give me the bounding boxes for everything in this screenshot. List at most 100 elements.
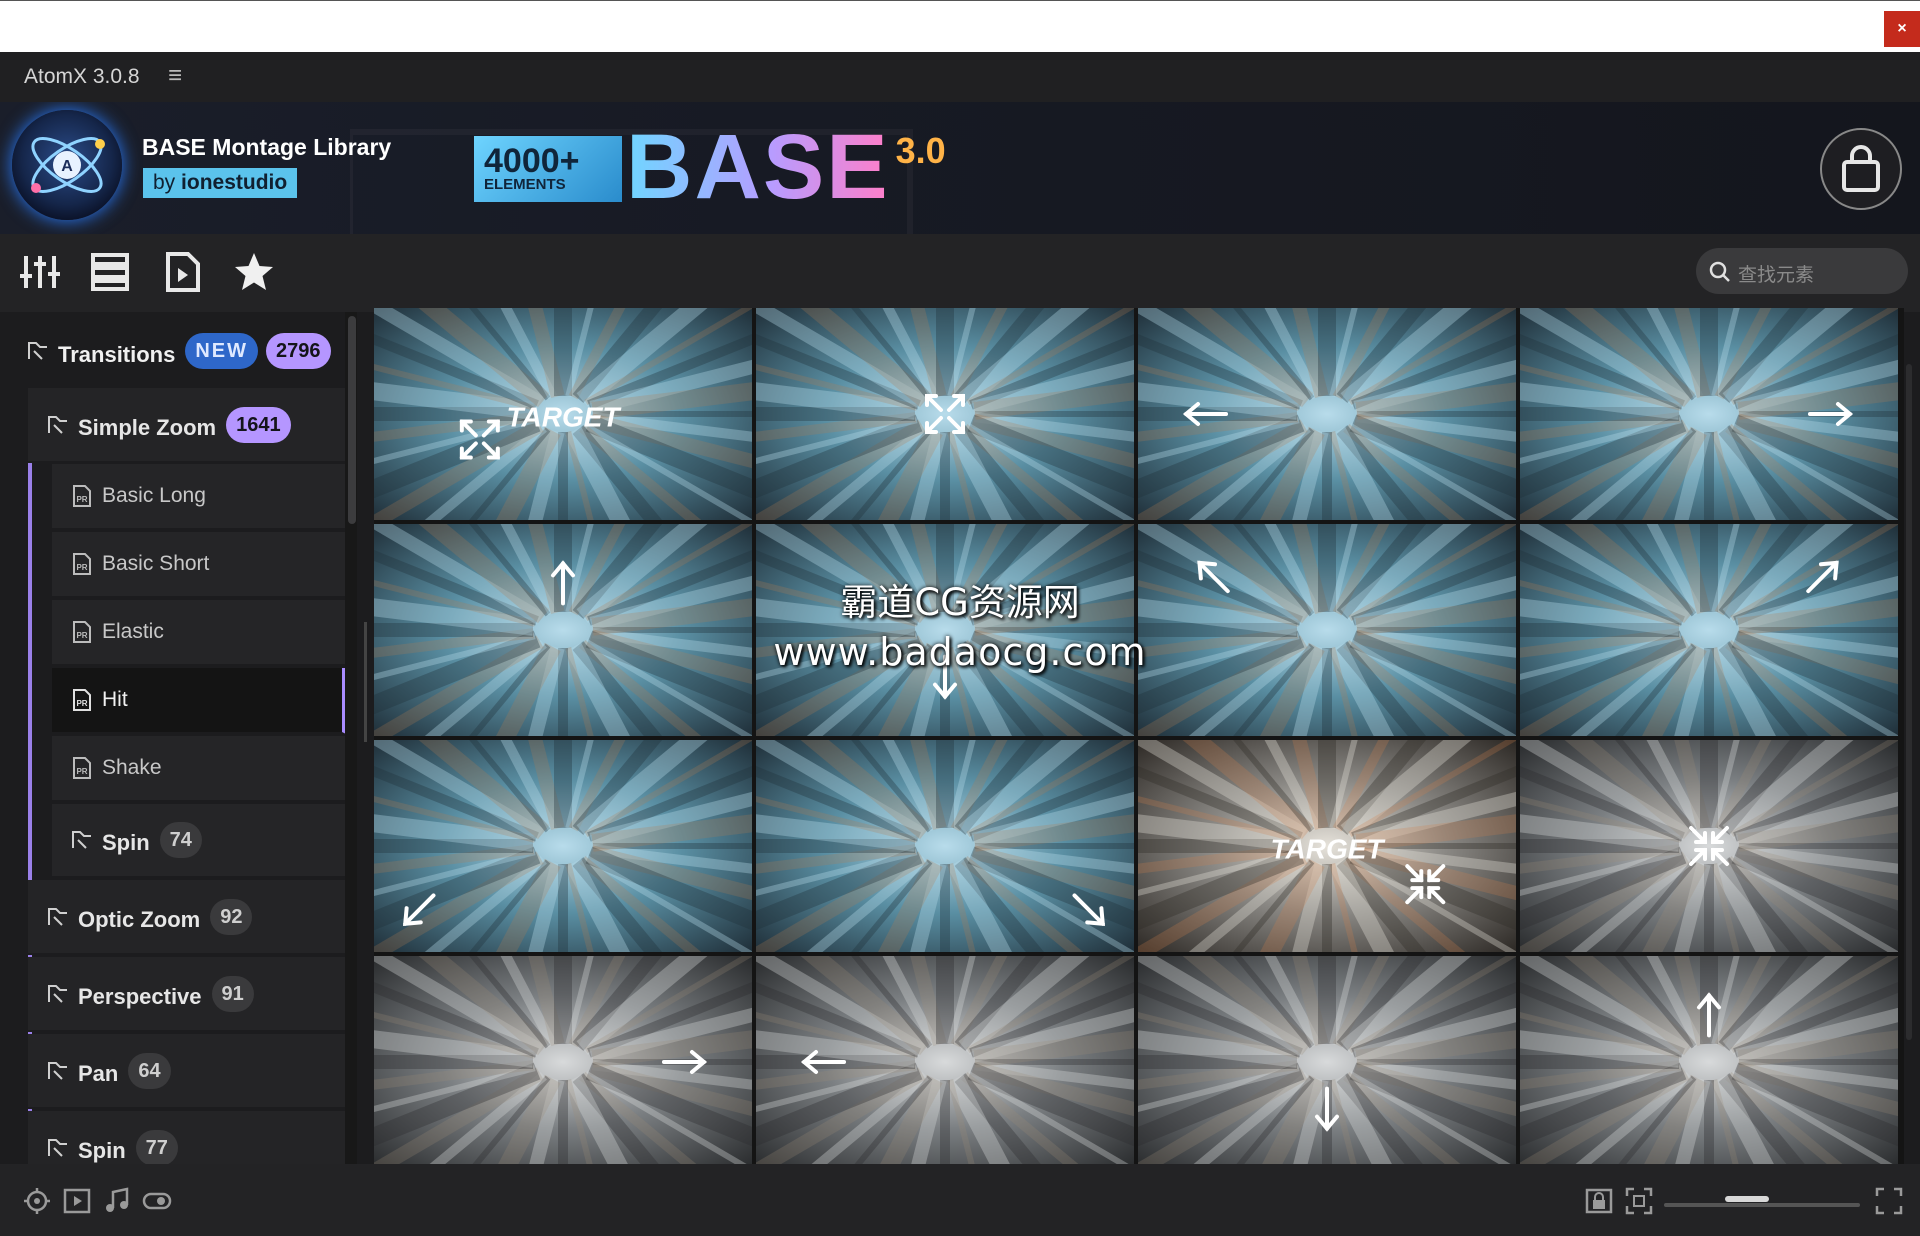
category-spin-nested[interactable]: Spin 74 — [52, 804, 346, 878]
zoom-slider-thumb[interactable] — [1724, 1196, 1769, 1202]
preview-thumbnail[interactable] — [374, 740, 752, 952]
atomx-app: AtomX 3.0.8 ≡ A BASE Montage Library by … — [0, 52, 1920, 1236]
search-input[interactable]: 查找元素 — [1696, 248, 1908, 294]
count-badge: 1641 — [226, 406, 291, 443]
lock-icon[interactable] — [1584, 1186, 1614, 1216]
main-toolbar: 查找元素 — [0, 234, 1920, 312]
svg-text:PR: PR — [76, 767, 87, 776]
zoom-slider-track[interactable] — [1664, 1203, 1860, 1207]
category-label: Pan — [78, 1060, 119, 1086]
motion-blur-preview — [1520, 956, 1898, 1168]
preview-thumbnail[interactable] — [374, 524, 752, 736]
svg-text:A: A — [61, 158, 73, 175]
compass-icon[interactable] — [22, 1186, 52, 1216]
shop-bag-button[interactable] — [1820, 128, 1902, 210]
motion-blur-preview — [1520, 308, 1898, 520]
count-badge: 74 — [159, 822, 202, 858]
video-file-icon[interactable] — [160, 250, 204, 294]
leaf-label: Shake — [102, 756, 162, 779]
leaf-hit[interactable]: PR Hit — [52, 668, 346, 734]
sliders-icon[interactable] — [18, 250, 62, 294]
app-titlebar: AtomX 3.0.8 ≡ — [0, 52, 1920, 102]
leaf-basic-short[interactable]: PR Basic Short — [52, 532, 346, 598]
category-transitions[interactable]: Transitions NEW 2796 — [26, 320, 331, 382]
hamburger-menu-icon[interactable]: ≡ — [168, 62, 182, 90]
library-author-badge[interactable]: by ionestudio — [143, 168, 298, 198]
promo-graphic[interactable]: 4000+ ELEMENTS BASE 3.0 — [474, 121, 946, 222]
leaf-basic-long[interactable]: PR Basic Long — [52, 464, 346, 530]
preview-grid: TARGET TARGET — [374, 308, 1904, 1168]
music-icon[interactable] — [102, 1186, 132, 1216]
motion-blur-preview — [1520, 524, 1898, 736]
category-pan[interactable]: Pan 64 — [28, 1034, 346, 1109]
motion-blur-preview — [374, 956, 752, 1168]
preview-thumbnail[interactable] — [1520, 956, 1898, 1168]
premiere-file-icon: PR — [73, 485, 91, 507]
motion-blur-preview — [1138, 308, 1516, 520]
app-title: AtomX 3.0.8 — [24, 65, 140, 88]
preview-thumbnail[interactable] — [756, 308, 1134, 520]
search-icon — [1709, 261, 1730, 282]
folder-icon — [48, 984, 67, 1003]
category-label: Perspective — [78, 983, 202, 1009]
author-name: ionestudio — [181, 171, 288, 194]
category-spin[interactable]: Spin 77 — [28, 1111, 346, 1164]
preview-thumbnail[interactable] — [1138, 308, 1516, 520]
list-view-icon[interactable] — [88, 250, 132, 294]
category-label: Simple Zoom — [78, 414, 217, 440]
preview-thumbnail[interactable]: TARGET — [374, 308, 752, 520]
count-badge: 64 — [128, 1052, 171, 1089]
leaf-label: Basic Short — [102, 552, 210, 575]
preview-thumbnail[interactable] — [756, 740, 1134, 952]
preview-thumbnail[interactable] — [1138, 524, 1516, 736]
fullscreen-icon[interactable] — [1874, 1186, 1904, 1216]
grid-scrollbar[interactable] — [1906, 364, 1912, 1040]
preview-thumbnail[interactable] — [1138, 956, 1516, 1168]
shopping-bag-icon — [1842, 145, 1880, 192]
category-perspective[interactable]: Perspective 91 — [28, 957, 346, 1032]
sidebar-scrollbar-thumb[interactable] — [348, 316, 356, 524]
category-simple-zoom[interactable]: Simple Zoom 1641 — [28, 388, 346, 463]
motion-blur-preview — [374, 740, 752, 952]
leaf-label: Basic Long — [102, 484, 206, 507]
promo-count: 4000+ — [484, 142, 580, 180]
favorites-star-icon[interactable] — [232, 250, 276, 294]
preview-thumbnail[interactable] — [374, 956, 752, 1168]
fit-screen-icon[interactable] — [1624, 1186, 1654, 1216]
video-icon[interactable] — [62, 1186, 92, 1216]
panel-resize-handle[interactable] — [364, 622, 367, 742]
motion-blur-preview: TARGET — [374, 308, 752, 520]
count-badge: 2796 — [266, 333, 331, 369]
folder-icon — [72, 831, 91, 849]
category-label: Spin — [78, 1137, 126, 1163]
window-close-button[interactable]: × — [1884, 11, 1920, 47]
category-optic-zoom[interactable]: Optic Zoom 92 — [28, 880, 346, 955]
motion-blur-preview — [756, 308, 1134, 520]
motion-blur-preview: TARGET — [1138, 740, 1516, 952]
preview-thumbnail[interactable] — [1520, 524, 1898, 736]
motion-blur-preview — [1520, 740, 1898, 952]
author-prefix: by — [153, 171, 176, 194]
leaf-label: Elastic — [102, 620, 164, 643]
new-badge: NEW — [185, 333, 259, 369]
preview-thumbnail[interactable]: TARGET — [1138, 740, 1516, 952]
atomx-logo-icon: A — [12, 110, 122, 220]
folder-icon — [48, 1061, 67, 1080]
preview-thumbnail[interactable] — [1520, 308, 1898, 520]
preview-thumbnail[interactable] — [1520, 740, 1898, 952]
promo-version: 3.0 — [895, 130, 946, 171]
preview-thumbnail[interactable] — [756, 956, 1134, 1168]
os-titlebar: × — [0, 0, 1920, 52]
svg-text:PR: PR — [76, 563, 87, 572]
promo-elements: ELEMENTS — [484, 176, 566, 193]
leaf-shake[interactable]: PR Shake — [52, 736, 346, 802]
premiere-file-icon: PR — [73, 621, 91, 643]
leaf-elastic[interactable]: PR Elastic — [52, 600, 346, 666]
premiere-file-icon: PR — [73, 689, 91, 711]
folder-icon — [28, 342, 47, 360]
preview-thumbnail[interactable] — [756, 524, 1134, 736]
toggle-icon[interactable] — [142, 1186, 172, 1216]
folder-icon — [48, 907, 67, 926]
search-placeholder: 查找元素 — [1738, 264, 1815, 286]
motion-blur-preview — [374, 524, 752, 736]
